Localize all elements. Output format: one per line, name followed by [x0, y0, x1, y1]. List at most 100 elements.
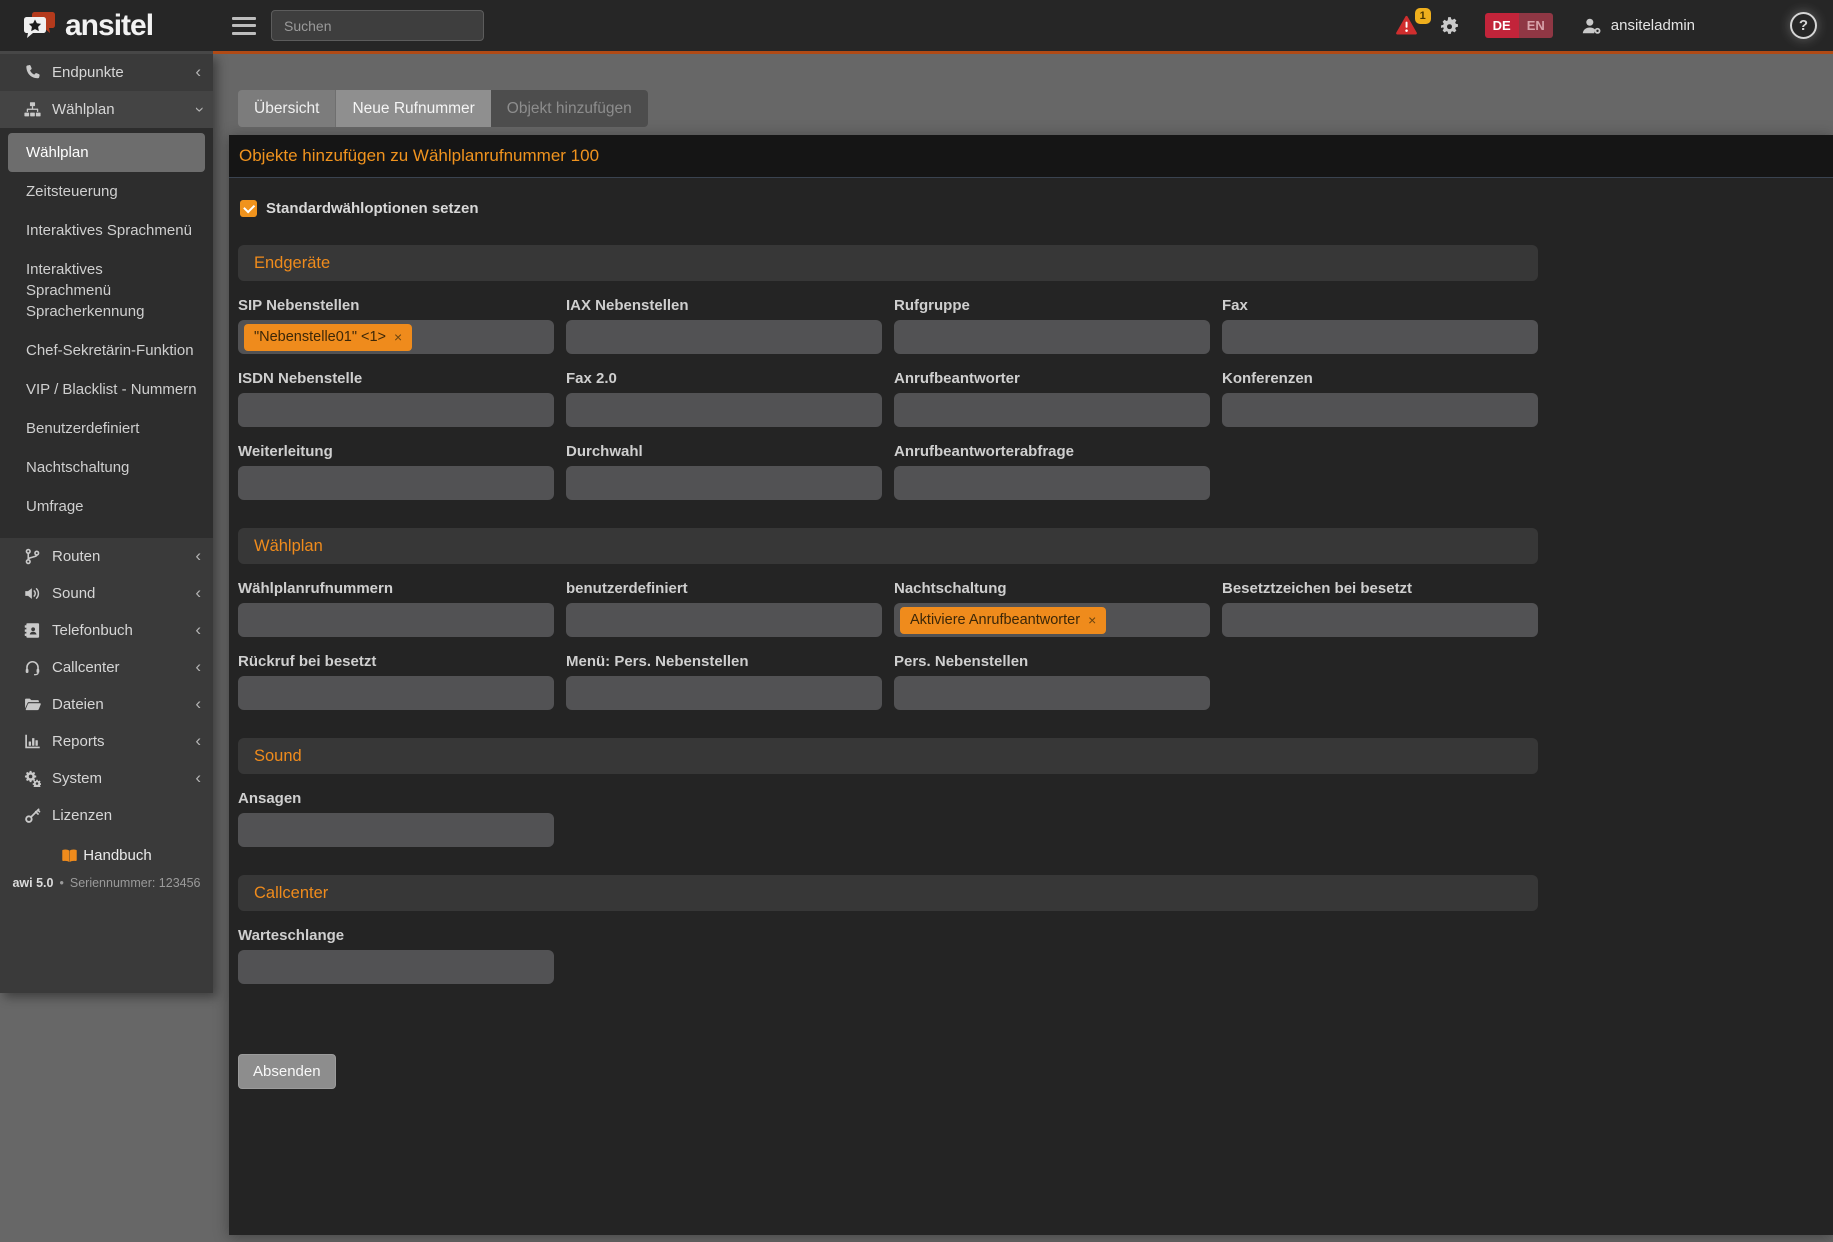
anrufbeantworter-multiselect[interactable] [894, 393, 1210, 427]
topbar: ansitel 1 DE [0, 0, 1833, 51]
topbar-accent-line [213, 51, 1833, 54]
submenu-item-benutzerdefiniert[interactable]: Benutzerdefiniert [8, 409, 205, 448]
tab-objekt-hinzufuegen: Objekt hinzufügen [491, 90, 648, 127]
sidebar-item-waehlplan[interactable]: Wählplan ‹ [0, 91, 213, 128]
sidebar-item-sound[interactable]: Sound ‹ [0, 575, 213, 612]
warteschlange-multiselect[interactable] [238, 950, 554, 984]
chevron-left-icon: ‹ [195, 621, 201, 638]
add-object-form: Standardwähloptionen setzen Endgeräte SI… [229, 178, 1833, 1089]
submenu-item-chef-sekretaerin[interactable]: Chef-Sekretärin-Funktion [8, 331, 205, 370]
submenu-item-waehlplan[interactable]: Wählplan [8, 133, 205, 172]
fax-2-0-field: Fax 2.0 [566, 370, 882, 427]
page-tabs: Übersicht Neue Rufnummer Objekt hinzufüg… [238, 90, 648, 127]
waehlplan-fields: Wählplanrufnummern benutzerdefiniert Nac… [238, 580, 1823, 710]
fax-2-0-multiselect[interactable] [566, 393, 882, 427]
language-en-button[interactable]: EN [1519, 13, 1553, 38]
sidebar-item-label: System [52, 770, 195, 787]
rueckruf-bei-besetzt-field: Rückruf bei besetzt [238, 653, 554, 710]
anrufbeantworter-field: Anrufbeantworter [894, 370, 1210, 427]
help-button[interactable]: ? [1790, 12, 1817, 39]
section-header-callcenter: Callcenter [238, 875, 1538, 911]
app-root: { "topbar": { "logo_text": "ansitel", "s… [0, 0, 1833, 1242]
app-logo[interactable]: ansitel [0, 0, 213, 51]
rufgruppe-multiselect[interactable] [894, 320, 1210, 354]
handbuch-link[interactable]: Handbuch [61, 847, 151, 864]
sip-nebenstellen-multiselect[interactable]: "Nebenstelle01" <1> × [238, 320, 554, 354]
default-options-checkbox[interactable] [240, 200, 257, 217]
pers-nebenstellen-field: Pers. Nebenstellen [894, 653, 1210, 710]
sidebar-item-label: Routen [52, 548, 195, 565]
besetztzeichen-bei-besetzt-multiselect[interactable] [1222, 603, 1538, 637]
isdn-nebenstelle-multiselect[interactable] [238, 393, 554, 427]
remove-tag-icon[interactable]: × [1088, 612, 1096, 628]
sidebar-item-label: Wählplan [52, 101, 195, 118]
waehlplan-submenu: Wählplan Zeitsteuerung Interaktives Spra… [0, 128, 213, 538]
sidebar-toggle-button[interactable] [232, 17, 256, 35]
konferenzen-field: Konferenzen [1222, 370, 1538, 427]
benutzerdefiniert-field: benutzerdefiniert [566, 580, 882, 637]
language-de-button[interactable]: DE [1485, 13, 1519, 38]
chevron-left-icon: ‹ [195, 63, 201, 80]
version-info: awi 5.0•Seriennummer: 123456 [0, 876, 213, 890]
ansagen-multiselect[interactable] [238, 813, 554, 847]
durchwahl-field: Durchwahl [566, 443, 882, 500]
tab-uebersicht[interactable]: Übersicht [238, 90, 335, 127]
topbar-actions: 1 DE EN ansiteladmi [1395, 12, 1833, 39]
iax-nebenstellen-multiselect[interactable] [566, 320, 882, 354]
key-icon [24, 807, 41, 824]
tab-neue-rufnummer[interactable]: Neue Rufnummer [335, 90, 490, 127]
anrufbeantworterabfrage-multiselect[interactable] [894, 466, 1210, 500]
chevron-left-icon: ‹ [195, 547, 201, 564]
sidebar-item-lizenzen[interactable]: Lizenzen [0, 797, 213, 834]
section-header-sound: Sound [238, 738, 1538, 774]
sidebar-item-system[interactable]: System ‹ [0, 760, 213, 797]
notification-count-badge: 1 [1415, 8, 1431, 24]
sip-nebenstellen-field: SIP Nebenstellen "Nebenstelle01" <1> × [238, 297, 554, 354]
menue-pers-nebenstellen-multiselect[interactable] [566, 676, 882, 710]
pers-nebenstellen-multiselect[interactable] [894, 676, 1210, 710]
sidebar-item-reports[interactable]: Reports ‹ [0, 723, 213, 760]
submit-button[interactable]: Absenden [238, 1054, 336, 1089]
submenu-item-umfrage[interactable]: Umfrage [8, 487, 205, 526]
sidebar-item-dateien[interactable]: Dateien ‹ [0, 686, 213, 723]
konferenzen-multiselect[interactable] [1222, 393, 1538, 427]
submenu-item-zeitsteuerung[interactable]: Zeitsteuerung [8, 172, 205, 211]
weiterleitung-field: Weiterleitung [238, 443, 554, 500]
waehlplanrufnummern-multiselect[interactable] [238, 603, 554, 637]
notifications-button[interactable]: 1 [1395, 15, 1418, 36]
logo-text: ansitel [65, 11, 153, 41]
search-input[interactable] [271, 10, 484, 41]
sidebar-item-label: Callcenter [52, 659, 195, 676]
settings-button[interactable] [1440, 16, 1459, 35]
content-panel: Objekte hinzufügen zu Wählplanrufnummer … [229, 135, 1833, 1235]
submenu-item-interaktives-sprachmenue[interactable]: Interaktives Sprachmenü [8, 211, 205, 250]
nachtschaltung-multiselect[interactable]: Aktiviere Anrufbeantworter × [894, 603, 1210, 637]
fax-multiselect[interactable] [1222, 320, 1538, 354]
handbuch-label: Handbuch [83, 847, 151, 864]
chevron-left-icon: ‹ [195, 732, 201, 749]
sidebar-item-callcenter[interactable]: Callcenter ‹ [0, 649, 213, 686]
gears-icon [24, 770, 41, 787]
section-header-endgeraete: Endgeräte [238, 245, 1538, 281]
address-book-icon [24, 622, 41, 639]
sidebar-item-routen[interactable]: Routen ‹ [0, 538, 213, 575]
isdn-nebenstelle-field: ISDN Nebenstelle [238, 370, 554, 427]
submenu-item-sprachmenue-spracherkennung[interactable]: Interaktives Sprachmenü Spracherkennung [8, 250, 188, 331]
rueckruf-bei-besetzt-multiselect[interactable] [238, 676, 554, 710]
remove-tag-icon[interactable]: × [394, 329, 402, 345]
bullet-separator: • [59, 876, 63, 890]
benutzerdefiniert-multiselect[interactable] [566, 603, 882, 637]
bar-chart-icon [24, 733, 41, 750]
durchwahl-multiselect[interactable] [566, 466, 882, 500]
user-menu[interactable]: ansiteladmin [1581, 17, 1695, 35]
submenu-item-vip-blacklist[interactable]: VIP / Blacklist - Nummern [8, 370, 205, 409]
sidebar-item-telefonbuch[interactable]: Telefonbuch ‹ [0, 612, 213, 649]
sidebar-item-label: Endpunkte [52, 64, 195, 81]
sidebar-item-endpunkte[interactable]: Endpunkte ‹ [0, 54, 213, 91]
submenu-item-nachtschaltung[interactable]: Nachtschaltung [8, 448, 205, 487]
weiterleitung-multiselect[interactable] [238, 466, 554, 500]
warteschlange-field: Warteschlange [238, 927, 554, 984]
username-label: ansiteladmin [1611, 17, 1695, 34]
sidebar-footer: Handbuch awi 5.0•Seriennummer: 123456 [0, 847, 213, 890]
sidebar-item-label: Reports [52, 733, 195, 750]
